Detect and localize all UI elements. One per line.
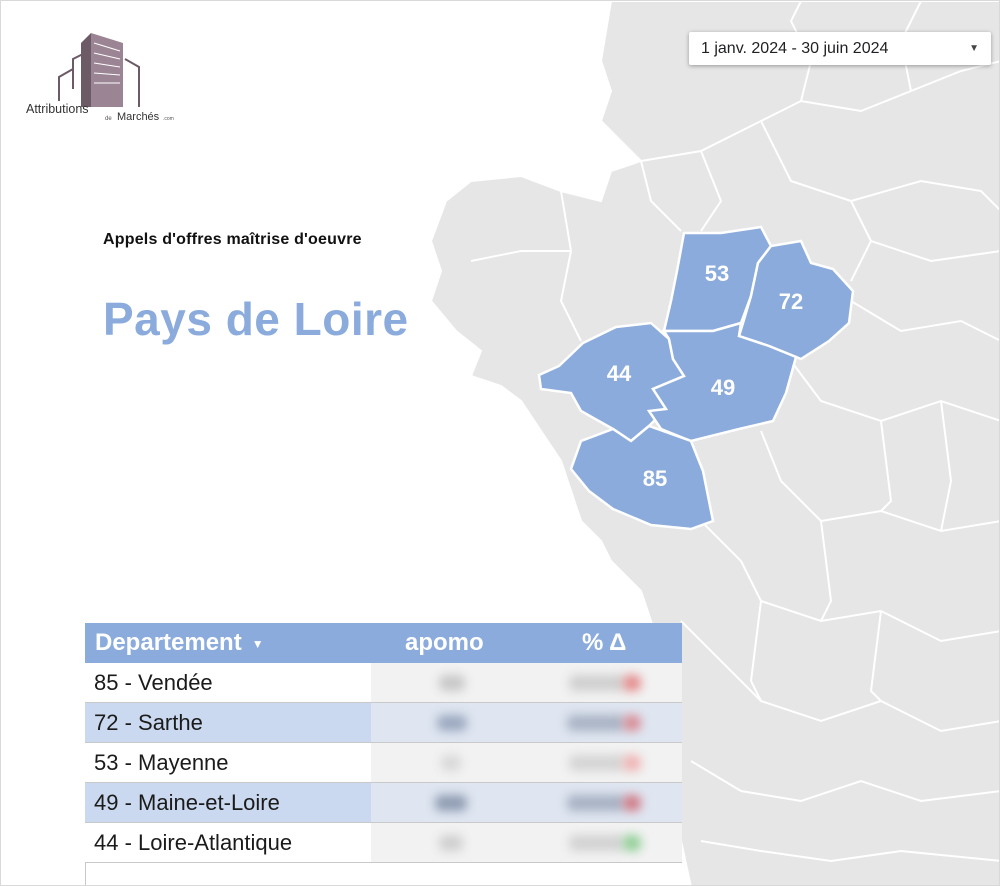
department-name-cell: 49 - Maine-et-Loire	[85, 783, 371, 822]
redacted-values	[371, 783, 682, 822]
department-label-72: 72	[779, 289, 803, 314]
table-row[interactable]: 44 - Loire-Atlantique	[85, 823, 682, 863]
logo-text-com: .com	[163, 116, 174, 122]
logo-text-marches: Marchés	[117, 111, 160, 123]
table-row[interactable]: 49 - Maine-et-Loire	[85, 783, 682, 823]
column-header-apomo[interactable]: apomo	[405, 623, 484, 663]
department-name-cell: 53 - Mayenne	[85, 743, 371, 782]
dropdown-caret-icon: ▼	[969, 43, 979, 54]
report-page: 53 72 44 49 85 Attributions de Marchés .…	[0, 0, 1000, 886]
report-subtitle: Appels d'offres maîtrise d'oeuvre	[103, 231, 362, 248]
date-range-value: 1 janv. 2024 - 30 juin 2024	[701, 39, 889, 57]
region-title: Pays de Loire	[103, 293, 409, 345]
department-name-cell: 44 - Loire-Atlantique	[85, 823, 371, 862]
logo-text-de: de	[105, 116, 112, 122]
department-table: Departement ▼ apomo % Δ 85 - Vendée 72 - …	[85, 623, 682, 863]
table-header: Departement ▼ apomo % Δ	[85, 623, 682, 663]
redacted-values	[371, 823, 682, 862]
department-label-53: 53	[705, 261, 729, 286]
logo-text-main: Attributions	[26, 102, 89, 116]
department-name-cell: 85 - Vendée	[85, 663, 371, 702]
date-range-picker[interactable]: 1 janv. 2024 - 30 juin 2024 ▼	[689, 32, 991, 65]
table-row[interactable]: 85 - Vendée	[85, 663, 682, 703]
column-header-pct-delta[interactable]: % Δ	[582, 623, 626, 663]
redacted-values	[371, 663, 682, 702]
redacted-values	[371, 743, 682, 782]
department-name-cell: 72 - Sarthe	[85, 703, 371, 742]
table-row[interactable]: 72 - Sarthe	[85, 703, 682, 743]
department-label-49: 49	[711, 375, 735, 400]
department-label-44: 44	[607, 361, 632, 386]
sort-desc-icon[interactable]: ▼	[252, 637, 264, 651]
table-body: 85 - Vendée 72 - Sarthe 53 - Mayenne 49 …	[85, 663, 682, 863]
department-label-85: 85	[643, 466, 667, 491]
table-row[interactable]: 53 - Mayenne	[85, 743, 682, 783]
redacted-values	[371, 703, 682, 742]
column-header-departement[interactable]: Departement ▼	[95, 623, 264, 663]
attributions-de-marches-logo: Attributions de Marchés .com	[23, 29, 188, 124]
column-header-departement-label: Departement	[95, 629, 242, 656]
building-logo-icon: Attributions de Marchés .com	[26, 33, 174, 123]
table-edge	[85, 863, 86, 885]
